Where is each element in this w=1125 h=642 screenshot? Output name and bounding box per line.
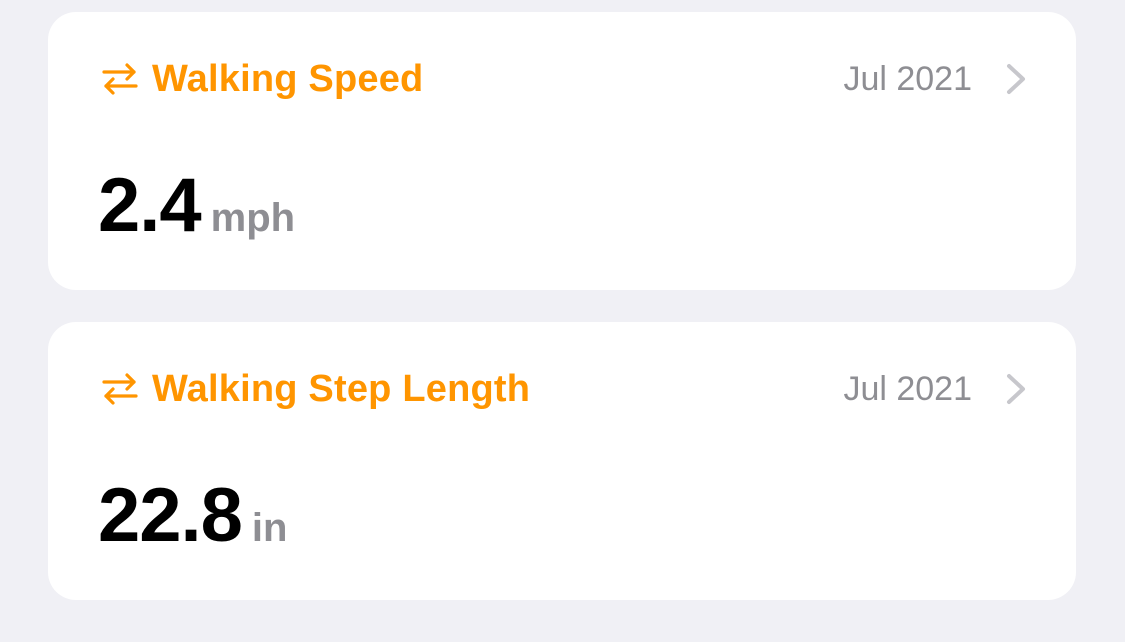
card-date: Jul 2021 (843, 59, 972, 98)
chevron-right-icon[interactable] (1004, 61, 1028, 97)
metric-value: 2.4 (98, 163, 202, 248)
walking-speed-card[interactable]: Walking Speed Jul 2021 2.4 mph (48, 12, 1076, 290)
mobility-arrows-icon (100, 369, 140, 409)
card-title: Walking Step Length (152, 367, 531, 410)
card-header: Walking Step Length Jul 2021 (100, 364, 1028, 414)
card-date: Jul 2021 (843, 369, 972, 408)
metric-unit: in (251, 506, 288, 550)
metric-value-row: 2.4 mph (98, 162, 295, 249)
chevron-right-icon[interactable] (1004, 371, 1028, 407)
metric-value: 22.8 (98, 473, 243, 558)
metric-unit: mph (210, 196, 296, 240)
card-title: Walking Speed (152, 57, 424, 100)
walking-step-length-card[interactable]: Walking Step Length Jul 2021 22.8 in (48, 322, 1076, 600)
metric-value-row: 22.8 in (98, 472, 287, 559)
mobility-arrows-icon (100, 59, 140, 99)
card-header: Walking Speed Jul 2021 (100, 54, 1028, 104)
